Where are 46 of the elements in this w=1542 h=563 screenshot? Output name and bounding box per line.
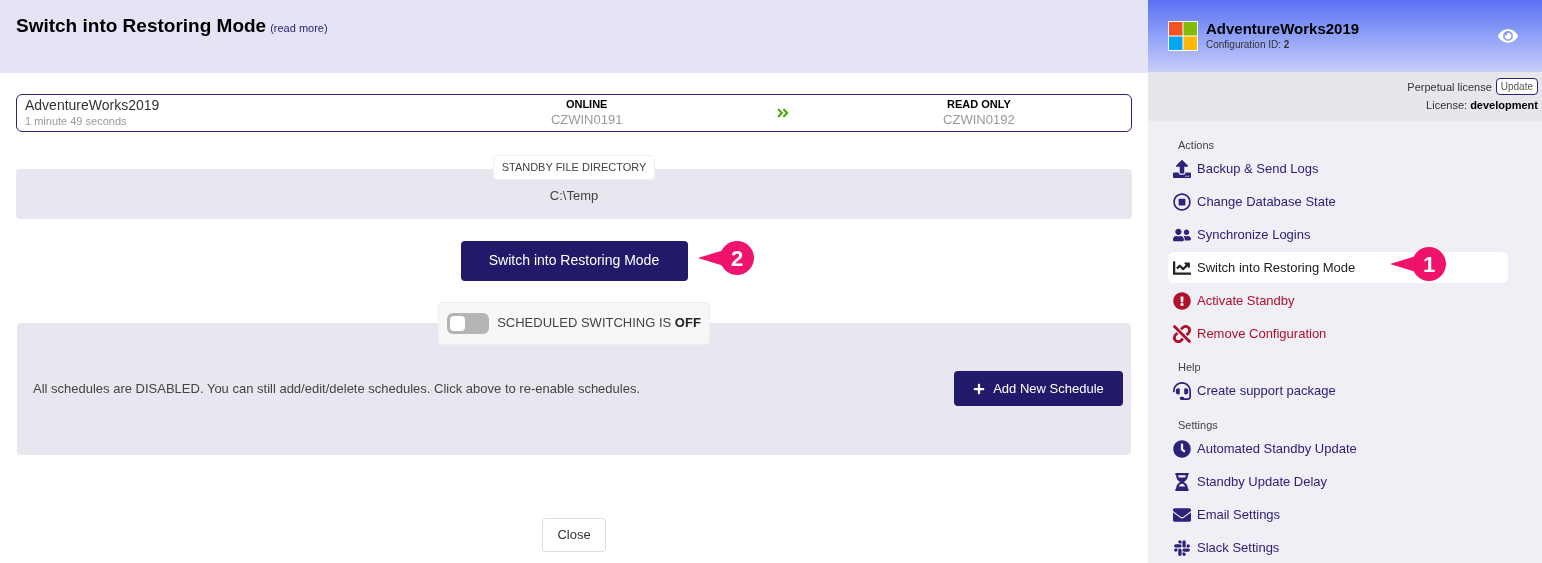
schedules-message: All schedules are DISABLED. You can still add/edit/delete schedules. Click above to re-enable schedules. [33, 379, 641, 398]
double-chevron-icon [775, 106, 790, 120]
primary-state: ONLINE [565, 98, 608, 112]
license-info: License: development [1426, 98, 1538, 114]
hourglass-icon [1173, 472, 1191, 491]
sidebar-item[interactable]: Change Database State [1168, 186, 1508, 217]
primary-server: CZWIN0191 [550, 111, 623, 128]
directory-path: C:\Temp [549, 186, 599, 205]
sidebar-title: AdventureWorks2019 [1206, 20, 1361, 39]
sidebar-item[interactable]: Remove Configuration [1168, 318, 1508, 349]
envelope-icon [1173, 505, 1191, 524]
sidebar-item[interactable]: Create support package [1168, 375, 1508, 407]
page-title: Switch into Restoring Mode [16, 14, 267, 38]
elapsed-time: 1 minute 49 seconds [25, 114, 128, 129]
update-button[interactable]: Update [1495, 78, 1538, 96]
secondary-server: CZWIN0192 [943, 111, 1015, 128]
read-more-link[interactable]: (read more) [270, 20, 328, 37]
sidebar-item[interactable]: Synchronize Logins [1168, 219, 1508, 250]
close-button[interactable]: Close [542, 517, 606, 552]
broken-link-icon [1173, 324, 1191, 343]
plus-icon [973, 382, 986, 395]
toggle-label: SCHEDULED SWITCHING IS OFF [497, 314, 701, 333]
sidebar-item[interactable]: Activate Standby [1168, 285, 1508, 316]
section-heading: Help [1177, 360, 1202, 375]
add-schedule-button[interactable]: Add New Schedule [954, 371, 1123, 406]
database-name: AdventureWorks2019 [25, 97, 161, 115]
sidebar-item[interactable]: Backup & Send Logs [1168, 153, 1508, 184]
secondary-state: READ ONLY [946, 98, 1011, 112]
sidebar-item[interactable]: Automated Standby Update [1168, 433, 1508, 464]
section-label: STANDBY FILE DIRECTORY [492, 155, 656, 180]
upload-icon [1173, 159, 1191, 178]
section-heading: Actions [1177, 137, 1216, 153]
windows-logo-icon [1168, 20, 1198, 51]
chart-icon [1173, 258, 1191, 277]
section-heading: Settings [1177, 417, 1219, 433]
configuration-id: Configuration ID: 2 [1206, 38, 1291, 52]
restore-mode-button[interactable]: Switch into Restoring Mode [460, 240, 688, 281]
exclamation-icon [1173, 291, 1191, 310]
toggle-switch[interactable] [447, 312, 490, 334]
slack-icon [1173, 538, 1191, 557]
clock-icon [1173, 439, 1191, 458]
headset-icon [1173, 382, 1191, 400]
sidebar-item[interactable]: Standby Update Delay [1168, 466, 1508, 497]
sidebar-item[interactable]: Email Settings [1168, 499, 1508, 530]
license-type: Perpetual license [1407, 79, 1492, 95]
sidebar-item[interactable]: Slack Settings [1168, 532, 1508, 563]
